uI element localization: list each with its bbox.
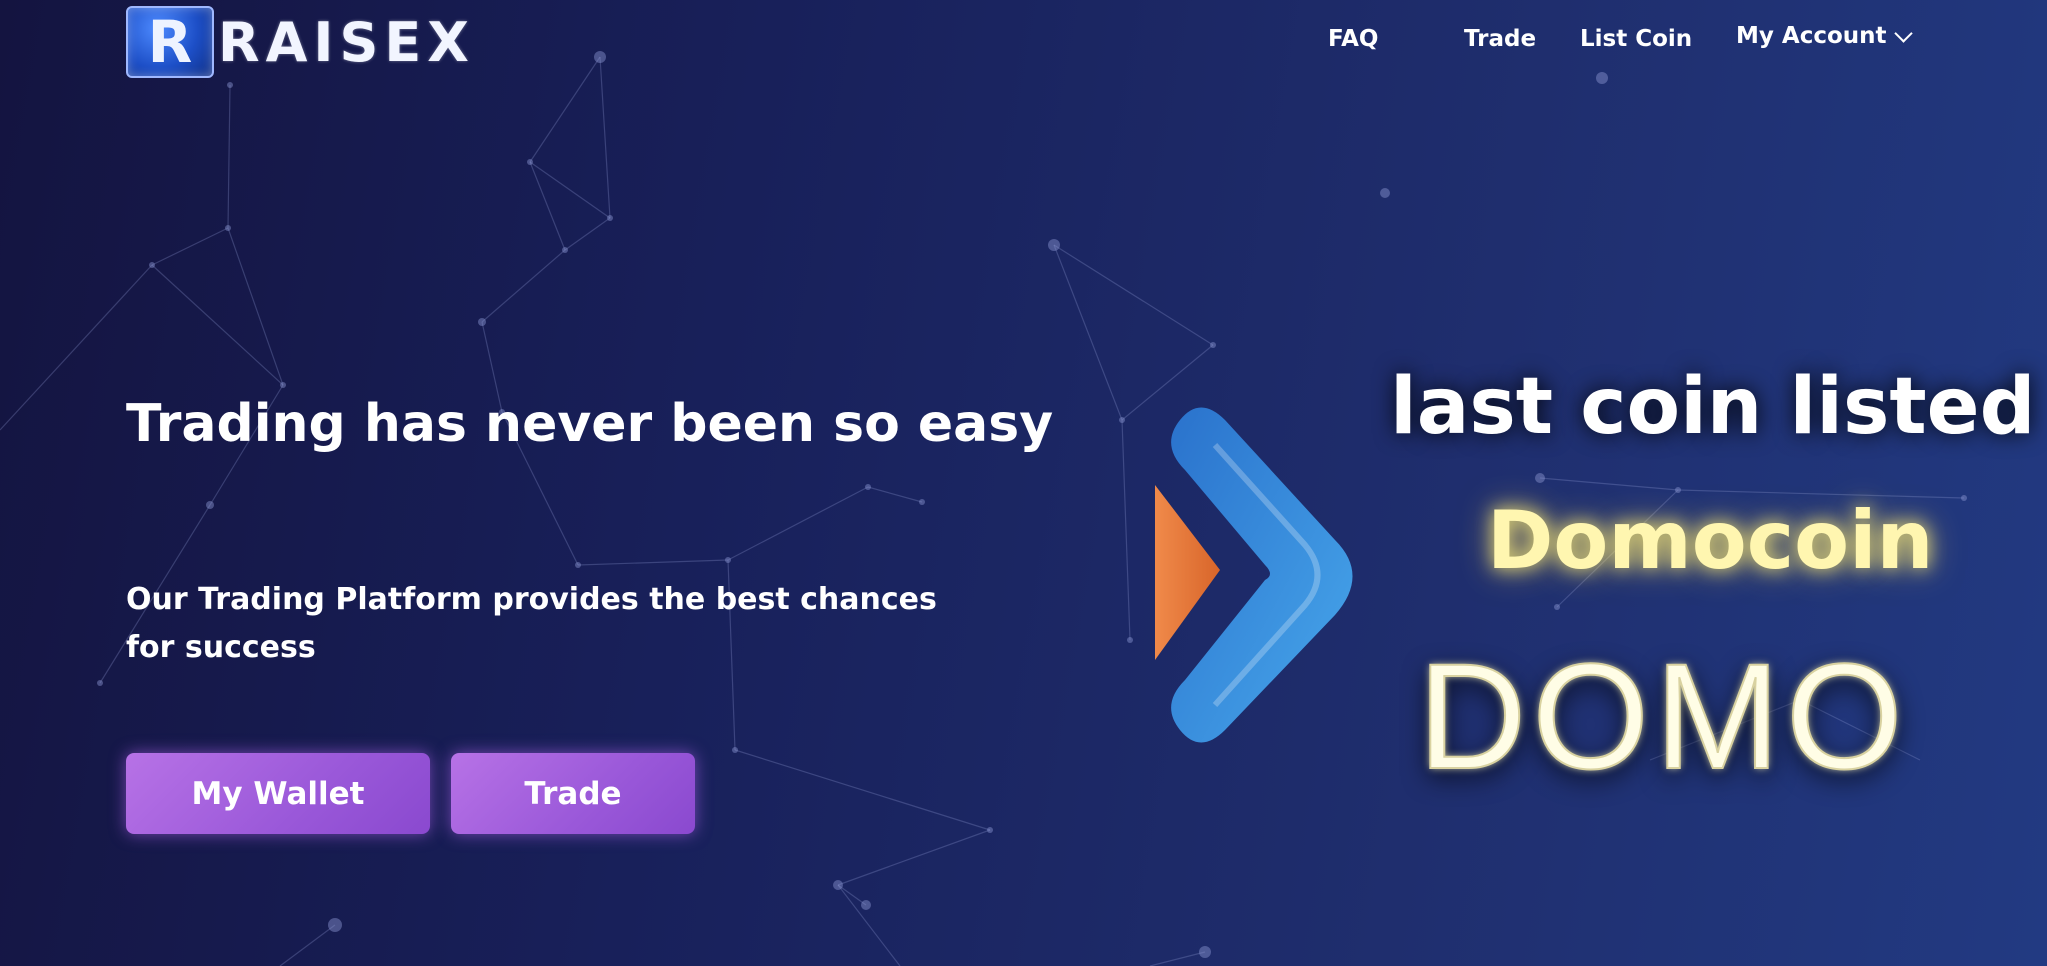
hero-title: Trading has never been so easy xyxy=(126,394,1054,454)
promo-headline: last coin listed xyxy=(1390,362,2036,452)
nav-my-account-label: My Account xyxy=(1736,23,1887,49)
promo-ticker: DOMO xyxy=(1417,631,1909,801)
nav-faq[interactable]: FAQ xyxy=(1328,26,1378,52)
hero-subtitle: Our Trading Platform provides the best c… xyxy=(126,582,937,665)
logo-emblem: R xyxy=(126,6,214,78)
domocoin-logo-icon xyxy=(1155,407,1353,743)
nav-my-account[interactable]: My Account xyxy=(1736,23,1913,49)
brand-logo[interactable]: R RAISEX xyxy=(126,6,475,78)
nav-trade[interactable]: Trade xyxy=(1464,26,1536,52)
trade-button[interactable]: Trade xyxy=(451,753,695,834)
my-wallet-button[interactable]: My Wallet xyxy=(126,753,430,834)
promo-coin-name: Domocoin xyxy=(1487,494,1934,587)
chevron-down-icon xyxy=(1893,23,1913,43)
logo-text: RAISEX xyxy=(218,10,475,74)
nav-list-coin[interactable]: List Coin xyxy=(1580,26,1692,52)
